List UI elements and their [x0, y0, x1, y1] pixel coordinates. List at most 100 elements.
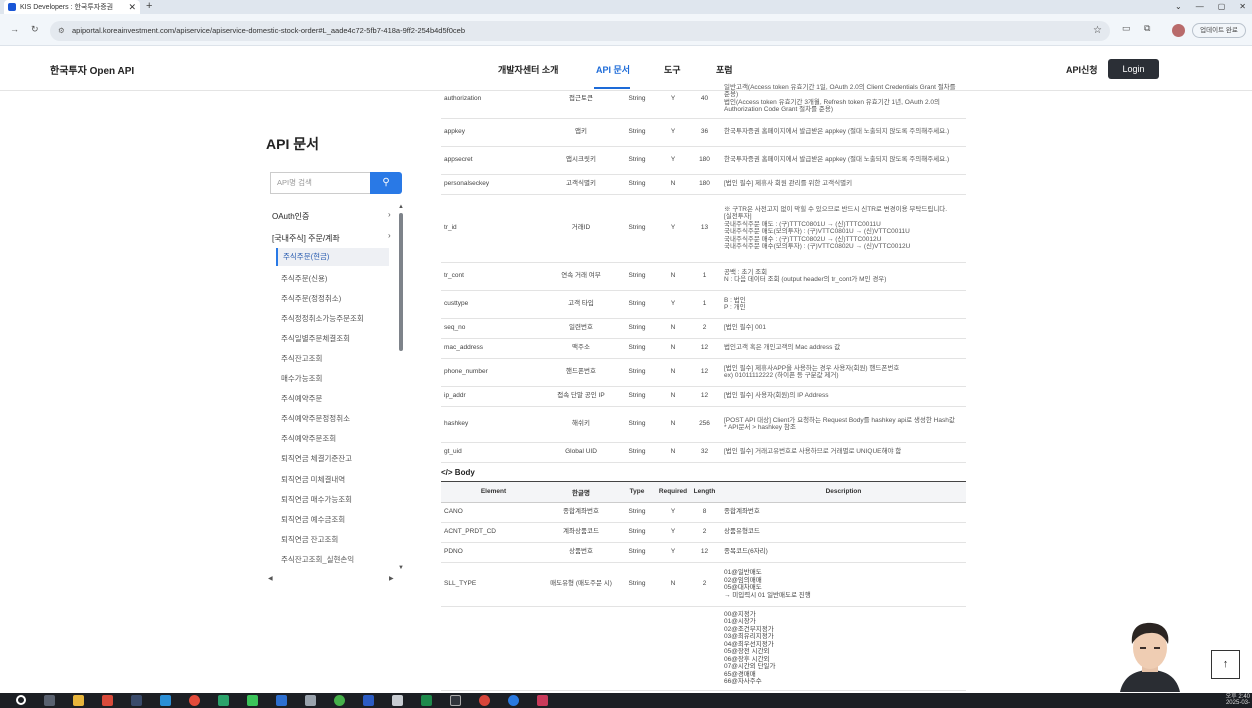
menu-tools[interactable]: 도구 [664, 63, 681, 76]
table-row: mac_address 맥주소 String N 12 법인고객 혹은 개인고객의 Mac… [441, 338, 966, 359]
url-input[interactable]: ⚙ apiportal.koreainvestment.com/apiservi… [50, 21, 1110, 41]
cell-req [658, 606, 688, 691]
cell-req: Y [658, 118, 688, 147]
cell-req: Y [658, 80, 688, 119]
app-icon[interactable] [479, 695, 490, 706]
body-title-text: Body [454, 468, 475, 477]
description-line: 공백 : 초기 조회 [724, 268, 768, 276]
sidebar-item[interactable]: 주식잔고조회 [281, 353, 391, 364]
cell-element: appsecret [441, 146, 546, 175]
table-row: seq_no 일련번호 String N 2 [법인 필수] 001 [441, 318, 966, 339]
description-line: 일반고객(Access token 유효기간 1일, OAuth 2.0의 Cl… [724, 83, 956, 99]
sidebar-item[interactable]: 퇴직연금 체결기준잔고 [281, 453, 391, 464]
sidebar-item[interactable]: 주식정정취소가능주문조회 [281, 313, 391, 324]
app-icon[interactable] [392, 695, 403, 706]
chevron-right-icon[interactable]: › [388, 210, 391, 219]
menu-forum[interactable]: 포럼 [716, 63, 733, 76]
app-icon[interactable] [508, 695, 519, 706]
app-icon[interactable] [450, 695, 461, 706]
minimize-icon[interactable]: — [1196, 0, 1204, 14]
cell-type: String [616, 542, 658, 563]
cell-description: 상품유형코드 [721, 522, 966, 543]
cell-description: [법인 필수] 제휴사 회원 관리를 위한 고객식별키 [721, 174, 966, 195]
search-input[interactable]: API명 검색 [270, 172, 370, 194]
app-icon[interactable] [102, 695, 113, 706]
cell-len: 12 [688, 338, 721, 359]
scroll-right-icon[interactable]: ▶ [389, 575, 394, 582]
sidebar-item[interactable]: 주식일별주문체결조회 [281, 333, 391, 344]
sidebar-group-oauth[interactable]: OAuth인증 [272, 211, 309, 222]
col-header-required: Required [658, 482, 688, 503]
description-line: → 미입력시 01 일반매도로 진행 [724, 591, 811, 599]
cell-len: 13 [688, 194, 721, 263]
maximize-icon[interactable]: ▢ [1218, 0, 1226, 14]
app-icon[interactable] [334, 695, 345, 706]
app-icon[interactable] [305, 695, 316, 706]
scroll-to-top-button[interactable]: ↑ [1211, 650, 1240, 679]
sidebar-item[interactable]: 퇴직연금 잔고조회 [281, 534, 391, 545]
scroll-left-icon[interactable]: ◀ [268, 575, 273, 582]
cell-type: String [616, 262, 658, 291]
update-button[interactable]: 업데이트 완료 [1192, 23, 1246, 38]
description-line: N : 다음 데이터 조회 (output header의 tr_cont가 M… [724, 276, 887, 283]
app-icon[interactable] [160, 695, 171, 706]
sidebar-item[interactable]: 주식예약주문 [281, 393, 391, 404]
sidebar-scrollbar[interactable]: ▲ ▼ [398, 204, 404, 571]
browser-tab[interactable]: KIS Developers : 한국투자증권 ✕ [4, 0, 140, 14]
pycharm-icon[interactable] [218, 695, 229, 706]
description-line: [법인 필수] 사용자(회원)의 IP Address [724, 392, 829, 400]
sidebar-item[interactable]: 주식잔고조회_실현손익 [281, 554, 391, 565]
extensions-icon[interactable]: ⧉ [1144, 23, 1150, 34]
description-line: ※ 구TR은 사전고지 없이 막힐 수 있으므로 반드시 신TR로 변경이용 부… [724, 205, 948, 213]
sidebar-item[interactable]: 주식주문(정정취소) [281, 293, 391, 304]
new-tab-icon[interactable]: + [146, 0, 152, 13]
file-explorer-icon[interactable] [73, 695, 84, 706]
search-icon[interactable] [16, 695, 26, 705]
excel-icon[interactable] [421, 695, 432, 706]
window-controls: ⌄ — ▢ ✕ [1175, 0, 1246, 14]
app-icon[interactable] [537, 695, 548, 706]
window-list-icon[interactable]: ⌄ [1175, 0, 1182, 14]
chevron-down-icon[interactable]: › [388, 231, 391, 240]
cell-type: String [616, 80, 658, 119]
forward-icon[interactable]: → [10, 24, 19, 34]
sidebar-item[interactable]: 매수가능조회 [281, 373, 391, 384]
scroll-down-icon[interactable]: ▼ [398, 565, 404, 571]
scroll-thumb[interactable] [399, 213, 403, 351]
description-line: P : 개인 [724, 304, 746, 311]
word-icon[interactable] [363, 695, 374, 706]
terminal-icon[interactable] [131, 695, 142, 706]
bookmark-star-icon[interactable]: ☆ [1093, 21, 1102, 41]
task-view-icon[interactable] [44, 695, 55, 706]
reload-icon[interactable]: ↻ [31, 24, 39, 35]
login-button[interactable]: Login [1108, 59, 1159, 79]
profile-avatar[interactable] [1172, 24, 1185, 37]
sidebar-item[interactable]: 주식예약주문정정취소 [281, 413, 391, 424]
sidebar-item[interactable]: 퇴직연금 미체결내역 [281, 474, 391, 485]
sidebar-item[interactable]: 주식주문(현금) [276, 248, 389, 266]
cell-type: String [616, 386, 658, 407]
cell-name: 앱시크릿키 [546, 146, 616, 175]
url-text: apiportal.koreainvestment.com/apiservice… [72, 26, 465, 35]
menu-api-docs[interactable]: API 문서 [596, 63, 630, 76]
app-icon[interactable] [247, 695, 258, 706]
sidebar-item[interactable]: 퇴직연금 예수금조회 [281, 514, 391, 525]
chrome-icon[interactable] [189, 695, 200, 706]
sidebar-item[interactable]: 주식예약주문조회 [281, 433, 391, 444]
cell-element: personalseckey [441, 174, 546, 195]
close-window-icon[interactable]: ✕ [1239, 0, 1246, 14]
sidebar-group-domestic-order[interactable]: [국내주식] 주문/계좌 [272, 233, 340, 244]
app-icon[interactable] [276, 695, 287, 706]
code-icon: </> [441, 468, 455, 477]
site-info-icon[interactable]: ⚙ [58, 21, 65, 41]
site-logo[interactable]: 한국투자 Open API [50, 62, 134, 77]
cast-icon[interactable]: ▭ [1122, 23, 1131, 34]
scroll-up-icon[interactable]: ▲ [398, 204, 404, 210]
cell-name: 일련번호 [546, 318, 616, 339]
sidebar-item[interactable]: 퇴직연금 매수가능조회 [281, 494, 391, 505]
sidebar-item[interactable]: 주식주문(신용) [281, 273, 391, 284]
api-request-link[interactable]: API신청 [1066, 63, 1098, 76]
close-tab-icon[interactable]: ✕ [128, 2, 136, 13]
menu-developer-center[interactable]: 개발자센터 소개 [498, 63, 558, 76]
search-button[interactable]: ⚲ [370, 172, 402, 194]
